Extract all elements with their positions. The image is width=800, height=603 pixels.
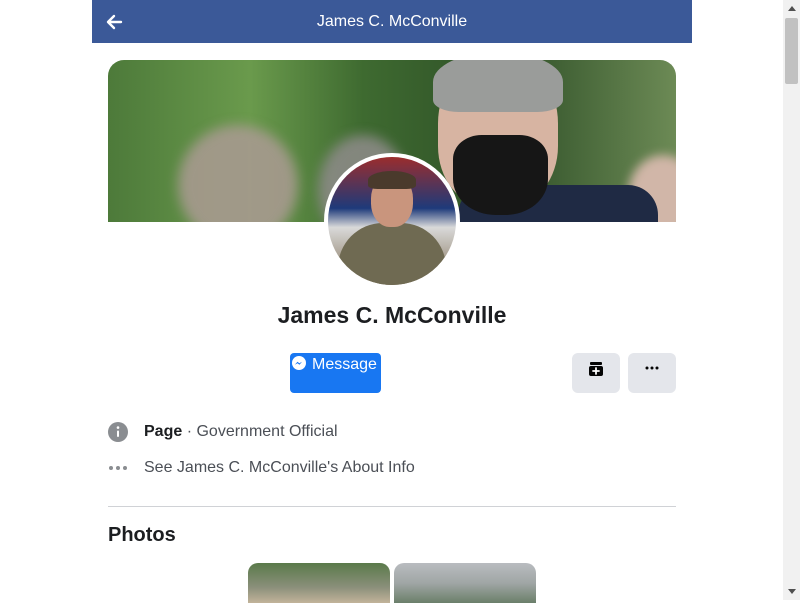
cover-blur-figure — [178, 125, 298, 222]
back-button[interactable] — [102, 10, 126, 34]
divider — [108, 506, 676, 507]
profile-picture[interactable] — [324, 153, 460, 289]
cover-hair — [433, 60, 563, 112]
info-icon — [108, 422, 128, 442]
save-button[interactable] — [572, 353, 620, 393]
scrollbar[interactable] — [783, 0, 800, 600]
scroll-down-arrow-icon — [787, 589, 796, 594]
category-rest: · Government Official — [182, 423, 338, 440]
bookmark-plus-icon — [589, 362, 603, 376]
category-bold: Page — [144, 423, 183, 440]
ellipsis-icon — [108, 458, 128, 478]
photo-thumbnail[interactable] — [394, 563, 536, 603]
message-button[interactable]: Message — [290, 353, 381, 393]
cover-mask — [453, 135, 548, 215]
avatar-hair — [368, 171, 416, 189]
category-text: Page · Government Official — [144, 423, 338, 441]
photos-heading: Photos — [108, 524, 176, 546]
avatar-uniform — [338, 223, 446, 285]
scroll-up-arrow-icon — [787, 6, 796, 11]
page-title: James C. McConville — [316, 12, 468, 30]
message-label: Message — [312, 356, 377, 373]
top-bar: James C. McConville — [92, 0, 692, 43]
messenger-icon — [292, 356, 306, 370]
avatar — [328, 157, 456, 285]
about-row[interactable]: See James C. McConville's About Info — [108, 456, 676, 480]
profile-name: James C. McConville — [277, 302, 507, 328]
more-dots-icon — [645, 366, 659, 370]
photo-thumbnail[interactable] — [248, 563, 390, 603]
scroll-up-button[interactable] — [783, 0, 800, 17]
scroll-down-button[interactable] — [783, 583, 800, 600]
more-options-button[interactable] — [628, 353, 676, 393]
back-arrow-icon — [106, 14, 123, 30]
about-link[interactable]: See James C. McConville's About Info — [144, 459, 415, 477]
scroll-thumb[interactable] — [785, 18, 798, 84]
category-row: Page · Government Official — [108, 420, 676, 444]
